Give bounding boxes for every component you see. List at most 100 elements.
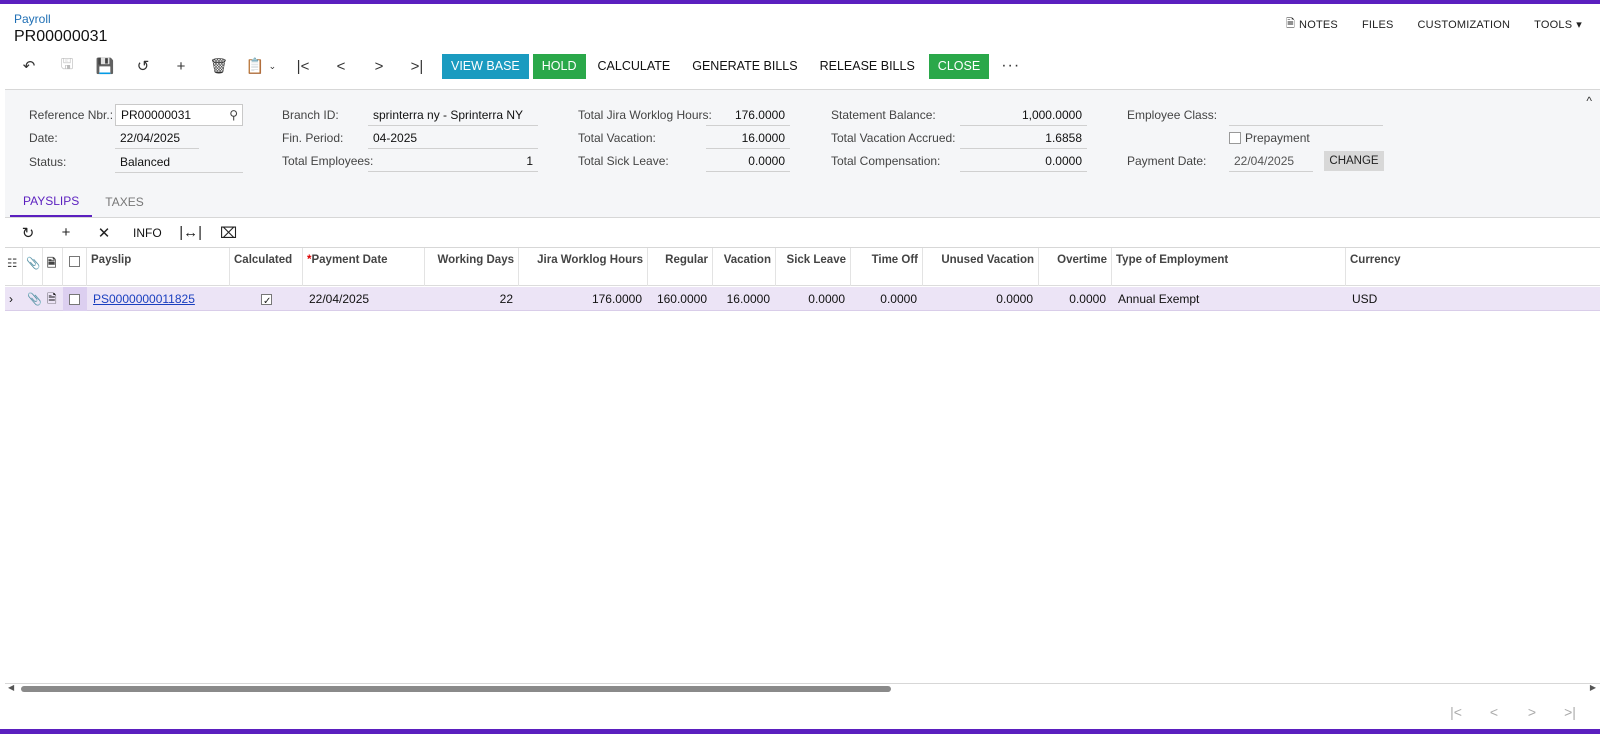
- bottom-accent-bar: [0, 729, 1600, 734]
- table-row[interactable]: › 📎 🗎 PS0000000011825 22/04/2025 22 176.…: [5, 287, 1600, 311]
- last-page-icon[interactable]: >|: [1560, 704, 1580, 720]
- status-value: Balanced: [115, 151, 243, 173]
- fit-columns-icon[interactable]: |↔|: [172, 219, 210, 247]
- column-header-overtime[interactable]: Overtime: [1039, 248, 1112, 286]
- unused-vacation-cell[interactable]: 0.0000: [923, 287, 1039, 311]
- breadcrumb[interactable]: Payroll: [14, 12, 51, 26]
- vacation-cell[interactable]: 16.0000: [713, 287, 776, 311]
- search-icon[interactable]: ⚲: [229, 108, 238, 122]
- payment-date-cell[interactable]: 22/04/2025: [303, 287, 425, 311]
- column-header-working-days[interactable]: Working Days: [425, 248, 519, 286]
- branch-input[interactable]: sprinterra ny - Sprinterra NY: [368, 104, 538, 126]
- select-all-checkbox[interactable]: [63, 248, 87, 286]
- change-button[interactable]: CHANGE: [1324, 151, 1384, 171]
- files-button[interactable]: FILES: [1362, 19, 1394, 31]
- add-row-icon[interactable]: +: [47, 219, 85, 247]
- back-icon[interactable]: ↶: [10, 53, 48, 79]
- vacation-accrued-value: 1.6858: [960, 127, 1087, 149]
- total-employees-value: 1: [368, 150, 538, 172]
- grid-pager: |< < > >|: [1446, 704, 1580, 720]
- tools-button[interactable]: TOOLS ▾: [1534, 18, 1582, 32]
- main-toolbar: ↶ 🖫 💾 ↺ + 🗑 📋 ⌄ |< < > >| VIEW BASE HOLD …: [10, 53, 1028, 79]
- add-icon[interactable]: +: [162, 53, 200, 79]
- first-record-icon[interactable]: |<: [284, 53, 322, 79]
- payment-date-input[interactable]: 22/04/2025: [1229, 150, 1313, 172]
- row-attachment-icon[interactable]: 📎: [23, 287, 43, 311]
- prepayment-checkbox[interactable]: [1229, 132, 1241, 144]
- save-icon[interactable]: 💾: [86, 53, 124, 79]
- overtime-cell[interactable]: 0.0000: [1039, 287, 1112, 311]
- employment-type-cell[interactable]: Annual Exempt: [1112, 287, 1346, 311]
- currency-cell[interactable]: USD: [1346, 287, 1600, 311]
- collapse-caret-icon[interactable]: ^: [1586, 94, 1592, 108]
- first-page-icon[interactable]: |<: [1446, 704, 1466, 720]
- row-expand-chevron-icon[interactable]: ›: [5, 287, 23, 311]
- export-excel-icon[interactable]: ⌧: [210, 219, 248, 247]
- customization-button[interactable]: CUSTOMIZATION: [1418, 19, 1511, 31]
- previous-record-icon[interactable]: <: [322, 53, 360, 79]
- save-close-icon[interactable]: 🖫: [48, 53, 86, 79]
- view-base-button[interactable]: VIEW BASE: [442, 53, 529, 79]
- jira-hours-value: 176.0000: [706, 104, 790, 126]
- jira-hours-cell[interactable]: 176.0000: [519, 287, 648, 311]
- previous-page-icon[interactable]: <: [1484, 704, 1504, 720]
- reference-nbr-field: Reference Nbr.:: [29, 108, 114, 122]
- scroll-left-icon[interactable]: ◀: [8, 683, 14, 692]
- row-note-icon[interactable]: 🗎: [43, 287, 63, 311]
- close-button[interactable]: CLOSE: [928, 53, 990, 79]
- column-header-payment-date[interactable]: *Payment Date: [303, 248, 425, 286]
- row-select-checkbox[interactable]: [63, 287, 87, 311]
- compensation-value: 0.0000: [960, 150, 1087, 172]
- column-settings-icon[interactable]: ☷: [5, 248, 23, 286]
- column-header-type-of-employment[interactable]: Type of Employment: [1112, 248, 1346, 286]
- column-header-vacation[interactable]: Vacation: [713, 248, 776, 286]
- prepayment-checkbox-wrap[interactable]: Prepayment: [1229, 127, 1310, 149]
- last-record-icon[interactable]: >|: [398, 53, 436, 79]
- column-header-unused-vacation[interactable]: Unused Vacation: [923, 248, 1039, 286]
- employee-class-input[interactable]: [1229, 104, 1383, 126]
- column-header-sick-leave[interactable]: Sick Leave: [776, 248, 851, 286]
- hold-button[interactable]: HOLD: [532, 53, 586, 79]
- grid-toolbar: ↻ + ✕ INFO |↔| ⌧: [5, 217, 1600, 247]
- attachment-header-icon: 📎: [23, 248, 43, 286]
- info-button[interactable]: INFO: [123, 226, 172, 240]
- tab-payslips[interactable]: PAYSLIPS: [10, 187, 93, 217]
- payslip-link[interactable]: PS0000000011825: [87, 287, 230, 311]
- column-header-currency[interactable]: Currency: [1346, 248, 1600, 286]
- more-actions-icon[interactable]: ···: [993, 57, 1028, 75]
- fin-period-input[interactable]: 04-2025: [368, 127, 538, 149]
- notes-header-icon: 🗎: [43, 248, 63, 286]
- undo-icon[interactable]: ↺: [124, 53, 162, 79]
- top-accent-bar: [0, 0, 1600, 4]
- refresh-icon[interactable]: ↻: [9, 219, 47, 247]
- sick-leave-cell[interactable]: 0.0000: [776, 287, 851, 311]
- regular-cell[interactable]: 160.0000: [648, 287, 713, 311]
- reference-nbr-input[interactable]: PR00000031 ⚲: [115, 104, 243, 126]
- column-header-payslip[interactable]: Payslip: [87, 248, 230, 286]
- delete-row-icon[interactable]: ✕: [85, 219, 123, 247]
- notes-button[interactable]: 🗎 NOTES: [1286, 15, 1338, 34]
- copy-paste-icon[interactable]: 📋 ⌄: [238, 53, 284, 79]
- sick-leave-value: 0.0000: [706, 150, 790, 172]
- column-header-calculated[interactable]: Calculated: [230, 248, 303, 286]
- generate-bills-button[interactable]: GENERATE BILLS: [684, 54, 805, 79]
- column-header-jira-hours[interactable]: Jira Worklog Hours: [519, 248, 648, 286]
- column-header-time-off[interactable]: Time Off: [851, 248, 923, 286]
- time-off-cell[interactable]: 0.0000: [851, 287, 923, 311]
- top-actions: 🗎 NOTES FILES CUSTOMIZATION TOOLS ▾: [1286, 15, 1582, 34]
- date-input[interactable]: 22/04/2025: [115, 127, 199, 149]
- next-page-icon[interactable]: >: [1522, 704, 1542, 720]
- calculated-checkbox[interactable]: [230, 287, 303, 311]
- scrollbar-thumb[interactable]: [21, 686, 891, 692]
- horizontal-scrollbar[interactable]: ◀ ▶: [5, 682, 1600, 694]
- working-days-cell[interactable]: 22: [425, 287, 519, 311]
- delete-icon[interactable]: 🗑: [200, 53, 238, 79]
- document-summary: ^ Reference Nbr.: PR00000031 ⚲ Date: 22/…: [5, 89, 1600, 217]
- release-bills-button[interactable]: RELEASE BILLS: [812, 54, 923, 79]
- tab-taxes[interactable]: TAXES: [92, 187, 156, 217]
- note-icon: 🗎: [1286, 18, 1296, 30]
- next-record-icon[interactable]: >: [360, 53, 398, 79]
- calculate-button[interactable]: CALCULATE: [590, 54, 679, 79]
- column-header-regular[interactable]: Regular: [648, 248, 713, 286]
- scroll-right-icon[interactable]: ▶: [1590, 683, 1596, 692]
